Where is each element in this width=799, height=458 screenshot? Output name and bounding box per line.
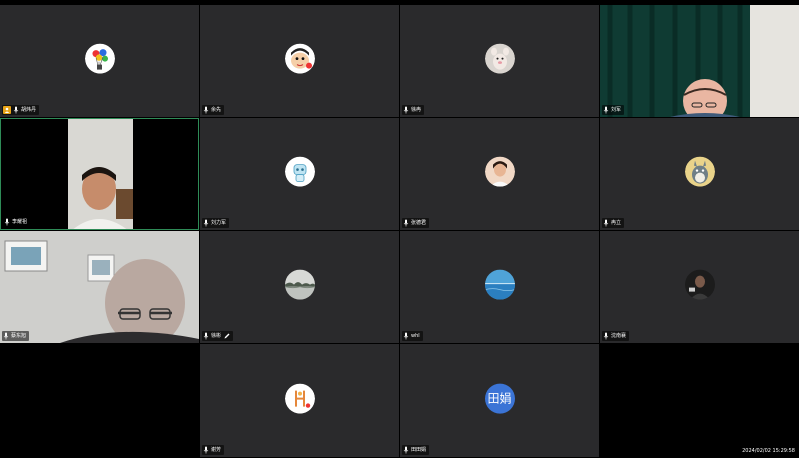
landscape-avatar-icon bbox=[284, 269, 315, 300]
participant-tile[interactable]: 余先 bbox=[200, 5, 399, 117]
dark-photo-avatar-icon bbox=[684, 269, 715, 300]
drawing-avatar-icon bbox=[284, 383, 315, 414]
participant-tile[interactable]: 田娟 田田娟 bbox=[400, 344, 599, 457]
participant-name: 胡炜丹 bbox=[21, 107, 37, 113]
participant-tile[interactable]: whl bbox=[400, 231, 599, 343]
microphone-icon bbox=[203, 446, 209, 454]
participant-tile[interactable]: 蔡东旭 bbox=[0, 231, 199, 343]
cartoon-robot-avatar-icon bbox=[284, 156, 315, 187]
video-feed-man-room bbox=[1, 119, 198, 229]
participant-tile-active-speaker[interactable]: 李耀祖 bbox=[0, 118, 199, 230]
participant-nameplate: 沈南襄 bbox=[602, 331, 630, 341]
microphone-icon bbox=[203, 219, 209, 227]
participant-name: 徐冉 bbox=[411, 107, 422, 113]
participant-name: 沈南襄 bbox=[611, 333, 627, 339]
timestamp: 2024/02/02 15:29:58 bbox=[742, 448, 795, 454]
balloons-avatar-icon bbox=[84, 43, 115, 74]
microphone-icon bbox=[603, 219, 609, 227]
participant-nameplate: 徐冉 bbox=[402, 105, 425, 115]
participant-nameplate: 谢芳 bbox=[202, 445, 225, 455]
participant-nameplate: 余先 bbox=[202, 105, 225, 115]
participant-tile[interactable]: 谢芳 bbox=[200, 344, 399, 457]
participant-nameplate: 蔡东旭 bbox=[2, 331, 30, 341]
participant-nameplate: 刘军 bbox=[602, 105, 625, 115]
empty-tile: 2024/02/02 15:29:58 bbox=[600, 344, 799, 457]
participant-nameplate: 徐彬 bbox=[202, 331, 234, 341]
microphone-icon bbox=[203, 106, 209, 114]
video-feed-man-glasses bbox=[0, 231, 199, 343]
participant-tile[interactable]: 张德君 bbox=[400, 118, 599, 230]
participant-nameplate: 冉立 bbox=[602, 218, 625, 228]
video-feed-man-curtain bbox=[600, 5, 799, 117]
participant-nameplate: 田田娟 bbox=[402, 445, 430, 455]
participant-tile[interactable]: 徐彬 bbox=[200, 231, 399, 343]
participant-name: 徐彬 bbox=[211, 333, 222, 339]
microphone-icon bbox=[403, 106, 409, 114]
participant-name: 田田娟 bbox=[411, 447, 427, 453]
participant-name: 谢芳 bbox=[211, 447, 222, 453]
microphone-icon bbox=[13, 106, 19, 114]
microphone-icon bbox=[403, 219, 409, 227]
cartoon-animal-avatar-icon bbox=[484, 43, 515, 74]
totoro-avatar-icon bbox=[684, 156, 715, 187]
participant-nameplate: 刘力军 bbox=[202, 218, 230, 228]
participant-name: 冉立 bbox=[611, 220, 622, 226]
participant-name: whl bbox=[411, 333, 420, 339]
cartoon-face-avatar-icon bbox=[284, 43, 315, 74]
participant-tile[interactable]: 刘军 bbox=[600, 5, 799, 117]
microphone-icon bbox=[3, 332, 9, 340]
video-grid: 胡炜丹 余先 徐冉 刘军 李耀祖 刘力军 张德君 冉立 蔡东旭 徐彬 whl 沈… bbox=[0, 5, 799, 457]
microphone-icon bbox=[203, 332, 209, 340]
participant-nameplate: whl bbox=[402, 331, 423, 341]
participant-name: 蔡东旭 bbox=[11, 333, 27, 339]
initials-avatar: 田娟 bbox=[484, 383, 515, 414]
participant-name: 李耀祖 bbox=[12, 219, 28, 225]
pencil-icon bbox=[224, 333, 230, 339]
girl-photo-avatar-icon bbox=[484, 156, 515, 187]
microphone-icon bbox=[403, 446, 409, 454]
participant-tile[interactable]: 沈南襄 bbox=[600, 231, 799, 343]
host-badge-icon bbox=[3, 106, 11, 114]
participant-nameplate: 张德君 bbox=[402, 218, 430, 228]
participant-tile[interactable]: 冉立 bbox=[600, 118, 799, 230]
participant-name: 刘军 bbox=[611, 107, 622, 113]
microphone-icon bbox=[4, 218, 10, 226]
microphone-icon bbox=[603, 332, 609, 340]
ocean-avatar-icon bbox=[484, 269, 515, 300]
participant-name: 张德君 bbox=[411, 220, 427, 226]
microphone-icon bbox=[603, 106, 609, 114]
participant-tile[interactable]: 胡炜丹 bbox=[0, 5, 199, 117]
participant-name: 刘力军 bbox=[211, 220, 227, 226]
empty-tile bbox=[0, 344, 199, 457]
participant-nameplate: 李耀祖 bbox=[3, 217, 31, 227]
participant-nameplate: 胡炜丹 bbox=[2, 105, 40, 115]
participant-tile[interactable]: 刘力军 bbox=[200, 118, 399, 230]
microphone-icon bbox=[403, 332, 409, 340]
participant-name: 余先 bbox=[211, 107, 222, 113]
participant-tile[interactable]: 徐冉 bbox=[400, 5, 599, 117]
